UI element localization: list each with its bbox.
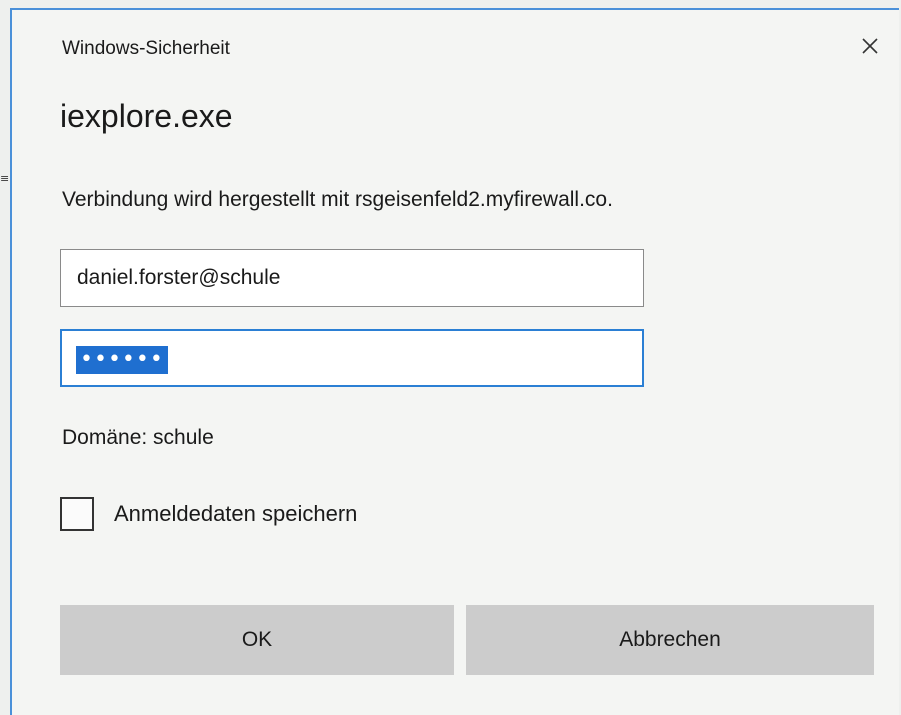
username-value: daniel.forster@schule [77,266,281,289]
ok-button[interactable]: OK [60,605,454,675]
close-icon [862,38,878,54]
remember-checkbox-label: Anmeldedaten speichern [114,501,358,526]
close-button[interactable] [852,30,888,62]
app-title: iexplore.exe [60,98,233,134]
password-value: •••••• [76,346,168,374]
remember-credentials-option[interactable]: Anmeldedaten speichern [60,494,357,534]
credential-dialog: Windows-Sicherheit iexplore.exe Verbindu… [10,8,899,715]
remember-checkbox[interactable] [60,497,94,531]
domain-label: Domäne: schule [62,426,214,449]
connection-message: Verbindung wird hergestellt mit rsgeisen… [62,188,613,211]
username-field[interactable]: daniel.forster@schule [60,249,644,307]
edge-glyph: ≡ [0,172,10,185]
password-field[interactable]: •••••• [60,329,644,387]
cancel-button[interactable]: Abbrechen [466,605,874,675]
window-title: Windows-Sicherheit [62,38,230,59]
